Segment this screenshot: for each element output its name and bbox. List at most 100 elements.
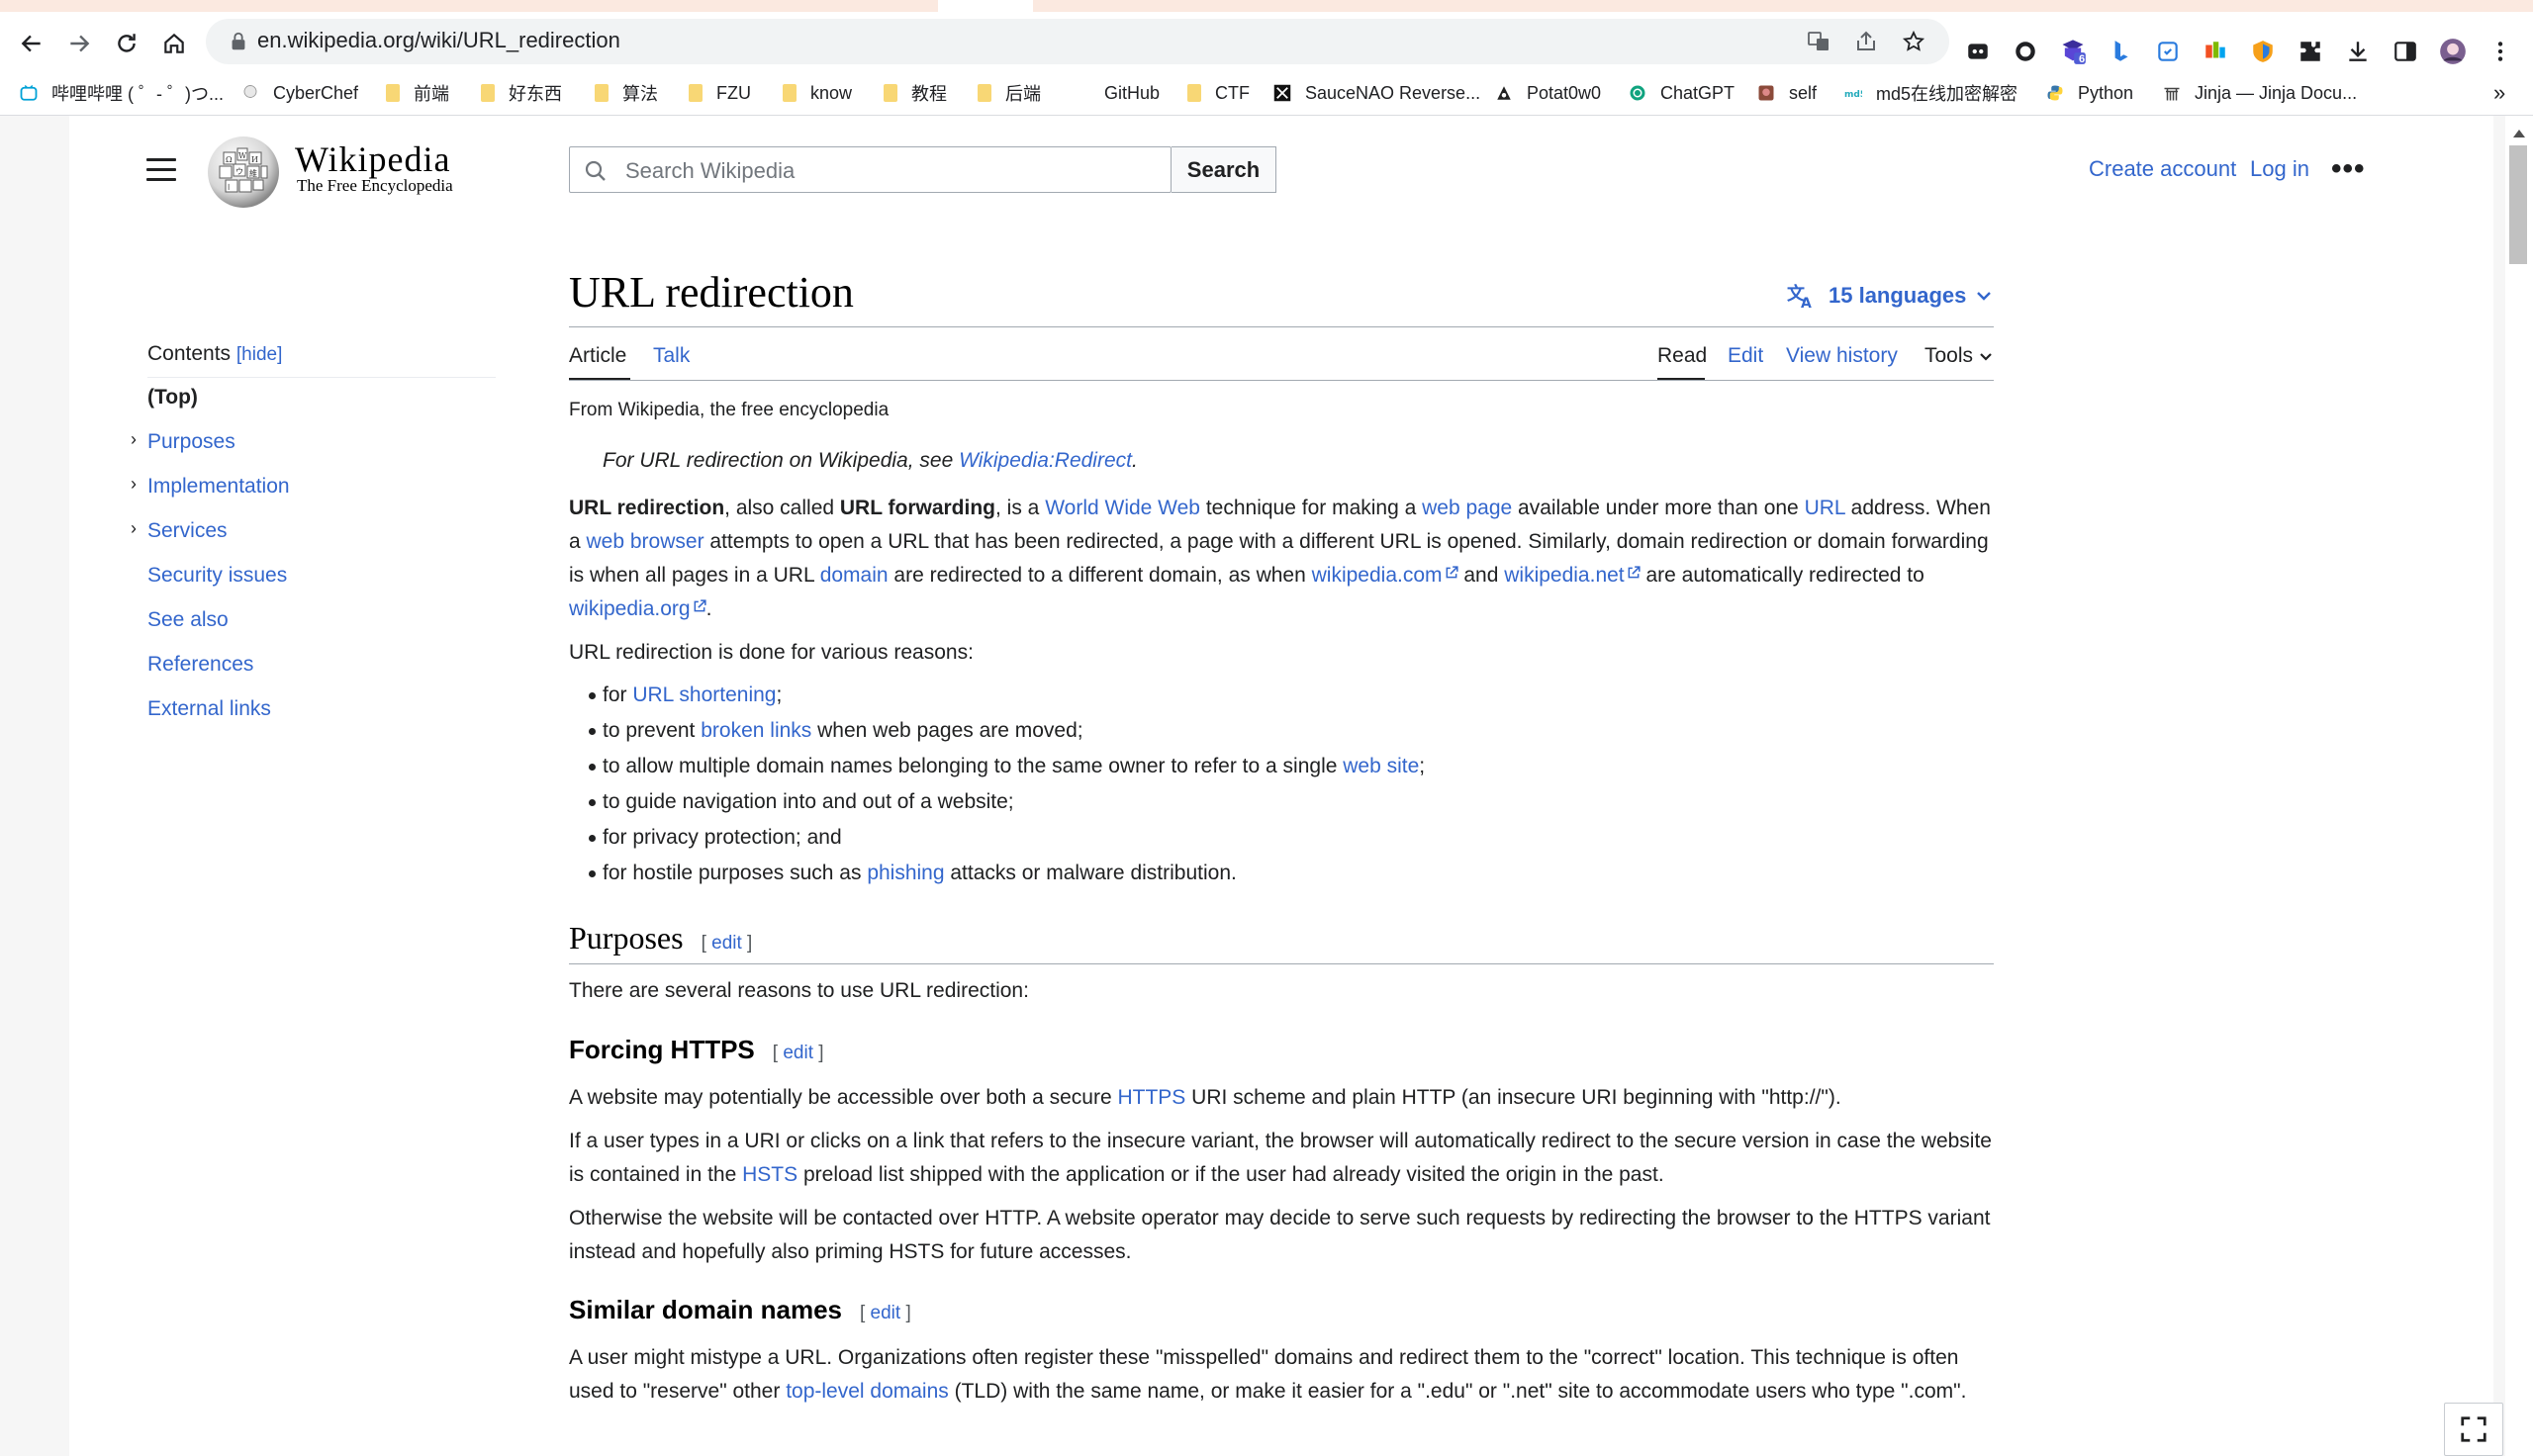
bookmark-folder-algorithm[interactable]: 算法 — [595, 79, 658, 107]
link-wikipedia-net[interactable]: wikipedia.net — [1504, 564, 1641, 587]
search-input[interactable] — [623, 155, 1162, 187]
language-button[interactable]: 文A 15 languages — [1787, 282, 1992, 310]
create-account-link[interactable]: Create account — [2089, 156, 2236, 182]
toc-hide-link[interactable]: [hide] — [236, 344, 282, 365]
bing-icon[interactable] — [2107, 38, 2134, 65]
back-icon[interactable] — [16, 28, 47, 59]
url-text[interactable]: en.wikipedia.org/wiki/URL_redirection — [257, 28, 620, 53]
extensions-puzzle-icon[interactable] — [2297, 38, 2324, 65]
toc-heading: Contents [hide] — [147, 342, 283, 365]
chevron-right-icon[interactable]: › — [131, 429, 137, 450]
tab-article[interactable]: Article — [569, 344, 626, 368]
forward-icon[interactable] — [63, 28, 95, 59]
browser-menu-icon[interactable] — [2486, 38, 2514, 65]
chevron-right-icon[interactable]: › — [131, 474, 137, 495]
tab-talk[interactable]: Talk — [653, 344, 690, 368]
share-icon[interactable] — [1852, 28, 1880, 55]
more-bookmarks-button[interactable]: » — [2493, 79, 2505, 107]
main-menu-icon[interactable] — [146, 158, 176, 182]
lock-icon[interactable] — [228, 31, 249, 52]
bookmark-saucenao[interactable]: SauceNAO Reverse... — [1273, 79, 1480, 107]
toc-item-security-issues[interactable]: Security issues — [147, 564, 287, 588]
extension-game-icon[interactable] — [1964, 38, 1992, 65]
toc-item-references[interactable]: References — [147, 653, 253, 677]
active-tab[interactable] — [938, 0, 1033, 12]
link-web-page[interactable]: web page — [1422, 497, 1512, 519]
extension-copy-icon[interactable] — [2154, 38, 2182, 65]
scrollbar-thumb[interactable] — [2509, 145, 2527, 264]
link-url-shortening[interactable]: URL shortening — [632, 683, 776, 706]
extension-badge-icon[interactable]: 6 — [2059, 38, 2087, 65]
bookmark-folder-fzu[interactable]: FZU — [689, 79, 751, 107]
hatnote-link[interactable]: Wikipedia:Redirect — [959, 449, 1132, 472]
edit-section-link[interactable]: [ edit ] — [773, 1043, 824, 1063]
bookmark-folder-frontend[interactable]: 前端 — [386, 79, 449, 107]
bookmark-folder-know[interactable]: know — [783, 79, 852, 107]
link-wikipedia-org[interactable]: wikipedia.org — [569, 597, 706, 620]
scroll-up-arrow[interactable] — [2513, 130, 2525, 137]
wikipedia-globe-logo[interactable]: Ω W И ウ 維 ا — [206, 135, 281, 210]
link-hsts[interactable]: HSTS — [742, 1163, 797, 1186]
bookmark-cyberchef[interactable]: CyberChef — [241, 79, 358, 107]
wikipedia-wordmark[interactable]: Wikipedia — [295, 138, 451, 180]
profile-avatar[interactable] — [2439, 38, 2467, 65]
reload-icon[interactable] — [111, 28, 142, 59]
toc-item-external-links[interactable]: External links — [147, 697, 271, 721]
bookmark-folder-ctf[interactable]: CTF — [1187, 79, 1250, 107]
list-item: to allow multiple domain names belonging… — [569, 752, 1425, 787]
tab-read[interactable]: Read — [1657, 344, 1707, 368]
bookmark-md5[interactable]: md5 md5在线加密解密 — [1844, 79, 2017, 107]
bookmark-bilibili[interactable]: 哔哩哔哩 ( ゜- ゜)つ... — [20, 79, 224, 107]
side-panel-icon[interactable] — [2392, 38, 2419, 65]
download-icon[interactable] — [2344, 38, 2372, 65]
link-domain[interactable]: domain — [820, 564, 889, 587]
bookmark-potato[interactable]: Potat0w0 — [1495, 79, 1601, 107]
bookmark-github[interactable]: GitHub — [1073, 79, 1160, 107]
link-https[interactable]: HTTPS — [1117, 1086, 1185, 1109]
link-url[interactable]: URL — [1805, 497, 1845, 519]
link-web-browser[interactable]: web browser — [587, 530, 704, 553]
bookmark-chatgpt[interactable]: ChatGPT — [1629, 79, 1735, 107]
search-box[interactable] — [569, 146, 1172, 193]
translate-icon[interactable] — [1805, 28, 1832, 55]
bookmark-label: 哔哩哔哩 ( ゜- ゜)つ... — [51, 84, 224, 104]
svg-text:ウ: ウ — [235, 167, 243, 176]
toc-item-services[interactable]: Services — [147, 519, 228, 543]
bookmark-star-icon[interactable] — [1900, 28, 1927, 55]
bookmark-folder-goodstuff[interactable]: 好东西 — [481, 79, 562, 107]
extension-shield-icon[interactable] — [2249, 38, 2277, 65]
link-top-level-domains[interactable]: top-level domains — [786, 1380, 949, 1403]
search-button[interactable]: Search — [1172, 146, 1276, 193]
link-phishing[interactable]: phishing — [867, 862, 944, 884]
log-in-link[interactable]: Log in — [2250, 156, 2309, 182]
bookmark-folder-tutorial[interactable]: 教程 — [884, 79, 947, 107]
link-broken-links[interactable]: broken links — [701, 719, 811, 742]
link-wikipedia-com[interactable]: wikipedia.com — [1312, 564, 1458, 587]
edit-section-link[interactable]: [ edit ] — [702, 933, 753, 954]
tab-edit[interactable]: Edit — [1728, 344, 1763, 368]
link-web-site[interactable]: web site — [1343, 755, 1419, 777]
bookmark-folder-backend[interactable]: 后端 — [978, 79, 1041, 107]
toc-item-see-also[interactable]: See also — [147, 608, 229, 632]
scrollbar[interactable] — [2505, 116, 2533, 1456]
chevron-right-icon[interactable]: › — [131, 518, 137, 539]
toc-item-top[interactable]: (Top) — [147, 386, 198, 410]
address-bar[interactable]: en.wikipedia.org/wiki/URL_redirection — [206, 19, 1949, 64]
edit-section-link[interactable]: [ edit ] — [860, 1303, 911, 1323]
toc-item-implementation[interactable]: Implementation — [147, 475, 290, 499]
bookmark-jinja[interactable]: Jinja — Jinja Docu... — [2163, 79, 2357, 107]
extension-colorful-icon[interactable] — [2202, 38, 2229, 65]
bookmark-self[interactable]: self — [1757, 79, 1817, 107]
bookmark-label: 好东西 — [509, 84, 562, 104]
extension-circle-icon[interactable] — [2012, 38, 2039, 65]
tab-tools[interactable]: Tools — [1924, 344, 1993, 368]
similar-paragraph-1: A user might mistype a URL. Organization… — [569, 1346, 1967, 1403]
fullscreen-toggle-button[interactable] — [2444, 1403, 2503, 1456]
toc-item-purposes[interactable]: Purposes — [147, 430, 235, 454]
link-world-wide-web[interactable]: World Wide Web — [1045, 497, 1200, 519]
tab-view-history[interactable]: View history — [1786, 344, 1898, 368]
home-icon[interactable] — [158, 28, 190, 59]
more-options-icon[interactable]: ••• — [2331, 154, 2366, 184]
folder-icon — [689, 84, 703, 102]
bookmark-python[interactable]: Python — [2046, 79, 2133, 107]
